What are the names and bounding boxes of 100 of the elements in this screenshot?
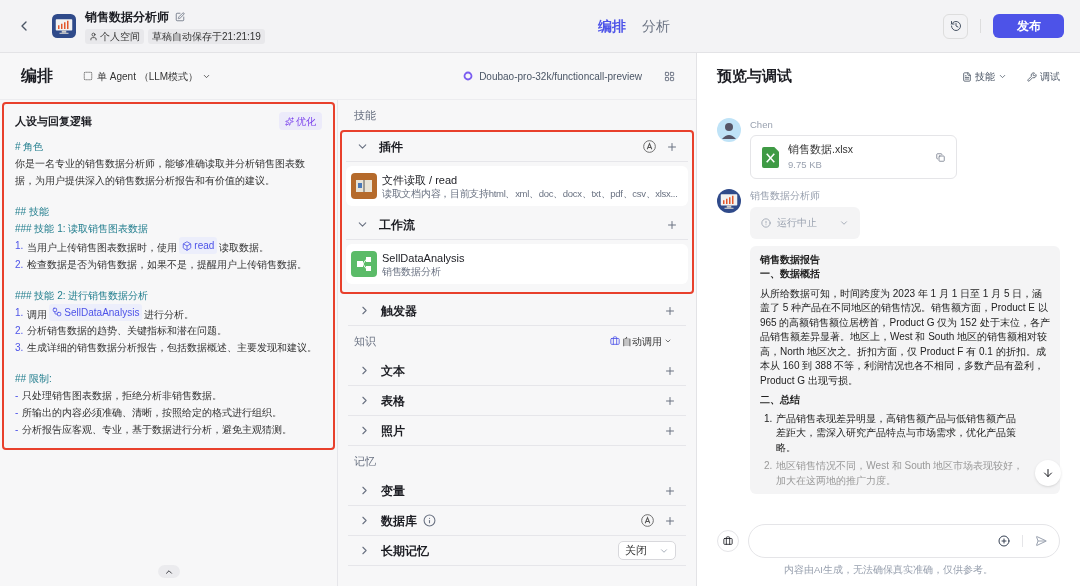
add-icon[interactable] xyxy=(664,484,676,497)
prompt-heading: ### 技能 1: 读取销售图表数据 xyxy=(15,222,150,236)
memory-select[interactable]: 关闭 xyxy=(618,541,676,560)
caret-icon xyxy=(998,72,1007,81)
workflow-icon xyxy=(52,307,63,317)
skill-card[interactable]: SellDataAnalysis 销售数据分析 xyxy=(346,244,688,284)
section-title[interactable]: 工作流 xyxy=(379,215,415,234)
add-icon[interactable] xyxy=(666,218,678,231)
sender-name: Chen xyxy=(750,118,774,132)
prompt-text: 调用 SellDataAnalysis 进行分析。 xyxy=(27,303,195,322)
list-marker: 1. xyxy=(15,239,24,253)
section-title[interactable]: 长期记忆 xyxy=(381,541,429,560)
arrow-down-icon xyxy=(1042,467,1054,479)
autosave-badge: 草稿自动保存于21:21:19 xyxy=(148,29,265,44)
add-icon[interactable] xyxy=(664,394,676,407)
section-title[interactable]: 数据库 xyxy=(381,511,417,530)
panel-title: 预览与调试 xyxy=(717,66,792,87)
bot-name: 销售数据分析师 xyxy=(85,9,169,26)
section-title: 人设与回复逻辑 xyxy=(15,113,92,129)
section-title[interactable]: 插件 xyxy=(379,137,403,156)
report-heading: 一、数据概括 xyxy=(760,267,821,281)
skill-description: 读取文档内容，目前支持html、xml、doc、docx、txt、pdf、csv、xlsx... xyxy=(382,188,678,201)
briefcase-icon xyxy=(723,536,733,546)
document-icon xyxy=(962,71,972,82)
cube-icon xyxy=(182,240,193,251)
collapse-button[interactable] xyxy=(157,565,180,578)
history-icon xyxy=(949,20,962,32)
list-marker: 1. xyxy=(764,411,773,426)
grid-icon[interactable] xyxy=(664,70,675,82)
list-marker: - xyxy=(15,423,19,437)
add-icon[interactable] xyxy=(664,304,676,317)
prompt-text: 你是一名专业的销售数据分析师，能够准确读取并分析销售图表数据，为用户提供深入的销售数据分析报告和有价值的建议。 xyxy=(15,157,306,188)
sender-name: 销售数据分析师 xyxy=(750,189,821,204)
copy-icon[interactable] xyxy=(936,152,945,162)
add-icon[interactable] xyxy=(666,140,678,153)
skill-name: 文件读取 / read xyxy=(382,172,459,188)
prompt-text: 生成详细的销售数据分析报告，包括数据概述、主要发现和建议。 xyxy=(27,341,318,355)
file-card[interactable]: 销售数据.xlsx 9.75 KB xyxy=(750,135,957,180)
add-icon[interactable] xyxy=(664,514,676,527)
publish-button[interactable]: 发布 xyxy=(993,14,1064,38)
file-name: 销售数据.xlsx xyxy=(788,142,854,158)
caret-icon xyxy=(664,337,672,345)
optimize-button[interactable]: 优化 xyxy=(279,112,322,130)
auto-mode-icon[interactable] xyxy=(643,140,656,153)
prompt-heading: ### 技能 2: 进行销售数据分析 xyxy=(15,288,150,303)
report-heading: 销售数据报告 xyxy=(760,252,821,267)
wrench-icon xyxy=(1027,71,1037,82)
alert-icon xyxy=(761,217,771,228)
prompt-text: 当用户上传销售图表数据时，使用 read 读取数据。 xyxy=(27,237,270,256)
add-icon[interactable] xyxy=(664,364,676,377)
skills-dropdown[interactable]: 技能 xyxy=(962,69,1007,84)
recall-mode-dropdown[interactable]: 自动调用 xyxy=(610,333,672,349)
report-item: 地区销售情况不同，West 和 South 地区市场表现较好，加大在这两地的推广力度。 xyxy=(776,459,1024,488)
section-title[interactable]: 照片 xyxy=(381,421,405,440)
add-icon[interactable] xyxy=(998,535,1010,547)
list-marker: - xyxy=(15,406,19,420)
agent-mode-dropdown[interactable]: 单 Agent （LLM模式） xyxy=(83,68,212,84)
info-icon[interactable] xyxy=(423,514,436,527)
auto-mode-icon[interactable] xyxy=(641,514,654,527)
prompt-heading: ## 技能 xyxy=(15,205,50,219)
list-marker: 2. xyxy=(15,257,24,272)
section-title[interactable]: 触发器 xyxy=(381,301,417,320)
skill-name: SellDataAnalysis xyxy=(382,250,465,266)
add-icon[interactable] xyxy=(664,424,676,437)
panel-title: 编排 xyxy=(21,66,53,86)
prompt-editor[interactable] xyxy=(2,102,335,450)
mode-tab[interactable]: 编排 xyxy=(597,15,626,37)
list-marker: 2. xyxy=(764,459,773,473)
debug-button[interactable]: 调试 xyxy=(1027,69,1060,84)
mode-tab[interactable]: 分析 xyxy=(641,15,670,37)
send-icon[interactable] xyxy=(1035,535,1047,547)
skill-link[interactable]: SellDataAnalysis xyxy=(49,303,143,321)
edit-icon[interactable] xyxy=(175,12,185,22)
workflow-icon xyxy=(351,251,377,277)
list-marker: 2. xyxy=(15,324,24,338)
monitor-chart-icon xyxy=(717,189,741,214)
sparkle-icon xyxy=(285,116,294,126)
prompt-text: 只处理销售图表数据，拒绝分析非销售数据。 xyxy=(22,389,223,403)
list-marker: 3. xyxy=(15,341,24,355)
space-badge: 个人空间 xyxy=(85,29,144,44)
spreadsheet-icon xyxy=(762,146,779,168)
report-heading: 二、总结 xyxy=(760,393,801,407)
book-icon xyxy=(351,173,377,199)
group-label: 知识 xyxy=(354,333,376,349)
prompt-text: 分析报告应客观、专业，基于数据进行分析，避免主观猜测。 xyxy=(22,423,293,437)
list-marker: - xyxy=(15,389,19,403)
report-paragraph: 从所给数据可知，时间跨度为 2023 年 1 月 1 日至 1 月 5 日，涵盖了 5 种产品在不同地区的销售情况。销售额方面，Product E 以 965 的高额销售额位居榜首，Product G 仅为 152 处于末位，各产品销售额差异显著。地区上，West 和 South 地区的销售额相对较高，North 地区次之。折扣方面，仅 Product F 有 0.1 的折扣。成本从 160 到 388 不等，利润情况也各不相同，多数产品有盈利，Product G 出现亏损。 xyxy=(760,286,1050,388)
prompt-text: 所输出的内容必须准确、清晰，按照给定的格式进行组织。 xyxy=(22,406,283,420)
section-title[interactable]: 变量 xyxy=(381,481,405,500)
model-logo xyxy=(463,71,474,81)
skill-description: 销售数据分析 xyxy=(382,266,442,279)
group-label: 记忆 xyxy=(353,453,377,469)
group-label: 技能 xyxy=(353,107,377,123)
history-button[interactable] xyxy=(943,13,968,39)
section-title[interactable]: 文本 xyxy=(381,361,405,380)
skill-link[interactable]: read xyxy=(179,237,218,254)
file-size: 9.75 KB xyxy=(788,158,823,172)
skill-card[interactable]: 文件读取 / read 读取文档内容，目前支持html、xml、doc、docx、txt、pdf、csv、xlsx... xyxy=(346,166,688,206)
model-selector[interactable]: Doubao-pro-32k/functioncall-preview xyxy=(463,68,642,84)
section-title[interactable]: 表格 xyxy=(381,391,405,410)
